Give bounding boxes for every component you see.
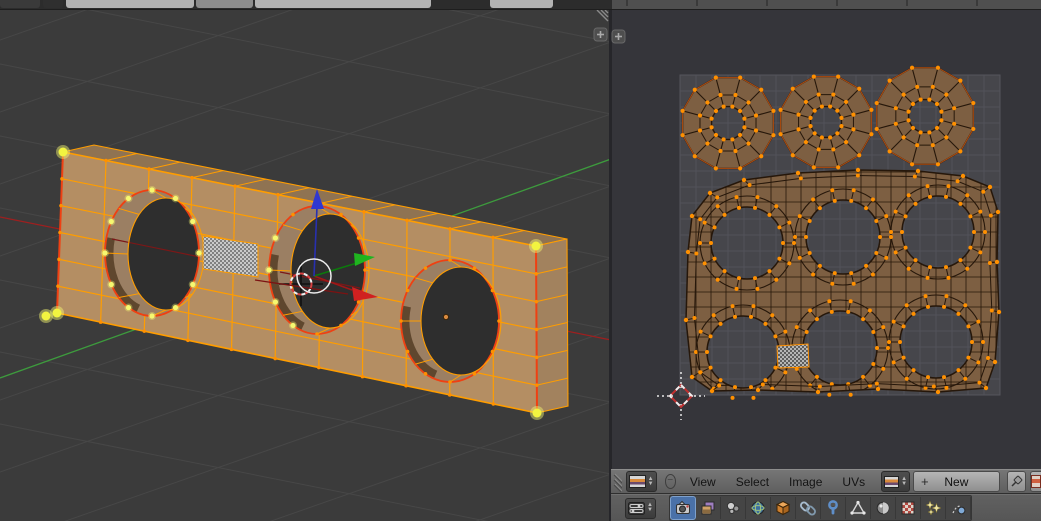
new-image-label: New (944, 474, 969, 489)
editor-type-selector[interactable]: ▲ ▼ (625, 497, 656, 519)
cube-icon (775, 500, 791, 516)
chevron-updown-icon: ▲ ▼ (901, 475, 908, 487)
cutoff-field[interactable] (255, 0, 431, 8)
modifiers-tab[interactable] (821, 497, 846, 519)
world-icon (751, 501, 765, 515)
data-tab[interactable] (846, 497, 871, 519)
cutoff-button[interactable] (196, 0, 253, 8)
cutoff-button[interactable] (43, 0, 63, 8)
pin-button[interactable] (1006, 471, 1026, 492)
physics-tab[interactable] (946, 497, 971, 519)
material-tab[interactable] (871, 497, 896, 519)
scene-icon (726, 501, 740, 514)
open-image-button[interactable] (1029, 471, 1041, 492)
area-corner-grip[interactable] (613, 471, 622, 493)
chevron-updown-icon: ▲ ▼ (647, 502, 653, 513)
collapse-menus-icon[interactable]: − (664, 474, 676, 489)
cutoff-header-right (612, 0, 1041, 9)
image-file-icon (1030, 475, 1041, 488)
object-tab[interactable] (771, 497, 796, 519)
cutoff-button[interactable] (0, 0, 40, 8)
editor-type-selector[interactable]: ▲ ▼ (625, 471, 657, 492)
particles-icon (925, 500, 941, 516)
image-datablock-icon (884, 475, 900, 488)
camera-icon (675, 500, 690, 514)
cutoff-field[interactable] (490, 0, 553, 8)
image-datablock-selector[interactable]: ▲ ▼ (881, 471, 911, 492)
cutoff-top-header (0, 0, 1041, 10)
properties-editor-icon (628, 501, 645, 515)
scene-tab[interactable] (721, 497, 746, 519)
menu-view[interactable]: View (690, 475, 716, 489)
uv-image-editor[interactable] (612, 9, 1041, 469)
chevron-updown-icon: ▲ ▼ (647, 475, 654, 487)
constraints-tab[interactable] (796, 497, 821, 519)
material-icon (876, 501, 890, 515)
menu-select[interactable]: Select (736, 475, 769, 489)
app-window: ▲ ▼ − View Select Image UVs ▲ ▼ + New ▲ … (0, 0, 1041, 521)
properties-editor-header: ▲ ▼ (611, 494, 1041, 521)
render-tab[interactable] (669, 496, 696, 520)
new-image-button[interactable]: + New (913, 471, 1000, 492)
wrench-icon (828, 500, 838, 515)
properties-tab-strip (668, 495, 972, 521)
3d-viewport[interactable] (0, 9, 610, 521)
texture-tab[interactable] (896, 497, 921, 519)
pin-icon (1011, 475, 1023, 487)
physics-icon (952, 505, 966, 515)
texture-icon (901, 501, 915, 515)
particles-tab[interactable] (921, 497, 946, 519)
layers-icon (701, 501, 715, 515)
uv-image-editor-icon (628, 475, 646, 488)
chain-icon (799, 501, 816, 516)
uv-editor-header: ▲ ▼ − View Select Image UVs ▲ ▼ + New (611, 469, 1041, 494)
render-layers-tab[interactable] (696, 497, 721, 519)
menu-uvs[interactable]: UVs (842, 475, 865, 489)
menu-image[interactable]: Image (789, 475, 822, 489)
plus-icon: + (921, 474, 929, 489)
cutoff-field[interactable] (66, 0, 194, 8)
world-tab[interactable] (746, 497, 771, 519)
mesh-data-icon (850, 500, 866, 515)
